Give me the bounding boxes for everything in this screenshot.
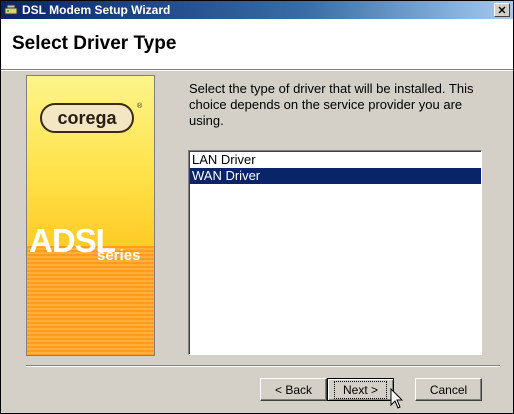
- driver-listbox[interactable]: LAN Driver WAN Driver: [188, 150, 482, 355]
- window-title: DSL Modem Setup Wizard: [22, 3, 171, 17]
- corega-logo: corega: [40, 103, 134, 133]
- footer-divider-highlight: [26, 366, 500, 367]
- cancel-button-label: Cancel: [429, 382, 468, 397]
- setup-wizard-window: DSL Modem Setup Wizard ✕ Select Driver T…: [0, 0, 514, 414]
- back-button[interactable]: < Back: [260, 378, 327, 401]
- cancel-button[interactable]: Cancel: [415, 378, 482, 401]
- close-icon[interactable]: ✕: [494, 3, 510, 17]
- page-title: Select Driver Type: [12, 33, 177, 54]
- series-text: series: [97, 247, 141, 264]
- list-item-lan-driver[interactable]: LAN Driver: [190, 152, 481, 168]
- instruction-text: Select the type of driver that will be i…: [189, 81, 474, 128]
- title-bar[interactable]: DSL Modem Setup Wizard ✕: [1, 1, 513, 19]
- next-button-label: Next >: [333, 380, 387, 399]
- next-button[interactable]: Next >: [327, 378, 394, 401]
- list-item-wan-driver[interactable]: WAN Driver: [190, 168, 481, 184]
- corega-adsl-banner: corega ® ADSL series: [26, 75, 155, 356]
- mouse-cursor-icon: [390, 388, 404, 409]
- logo-text: corega: [57, 107, 117, 128]
- registered-mark: ®: [137, 103, 143, 110]
- back-button-label: < Back: [274, 382, 313, 397]
- header-divider: [1, 70, 513, 71]
- modem-app-icon: [4, 3, 18, 17]
- wizard-header: Select Driver Type: [1, 19, 513, 70]
